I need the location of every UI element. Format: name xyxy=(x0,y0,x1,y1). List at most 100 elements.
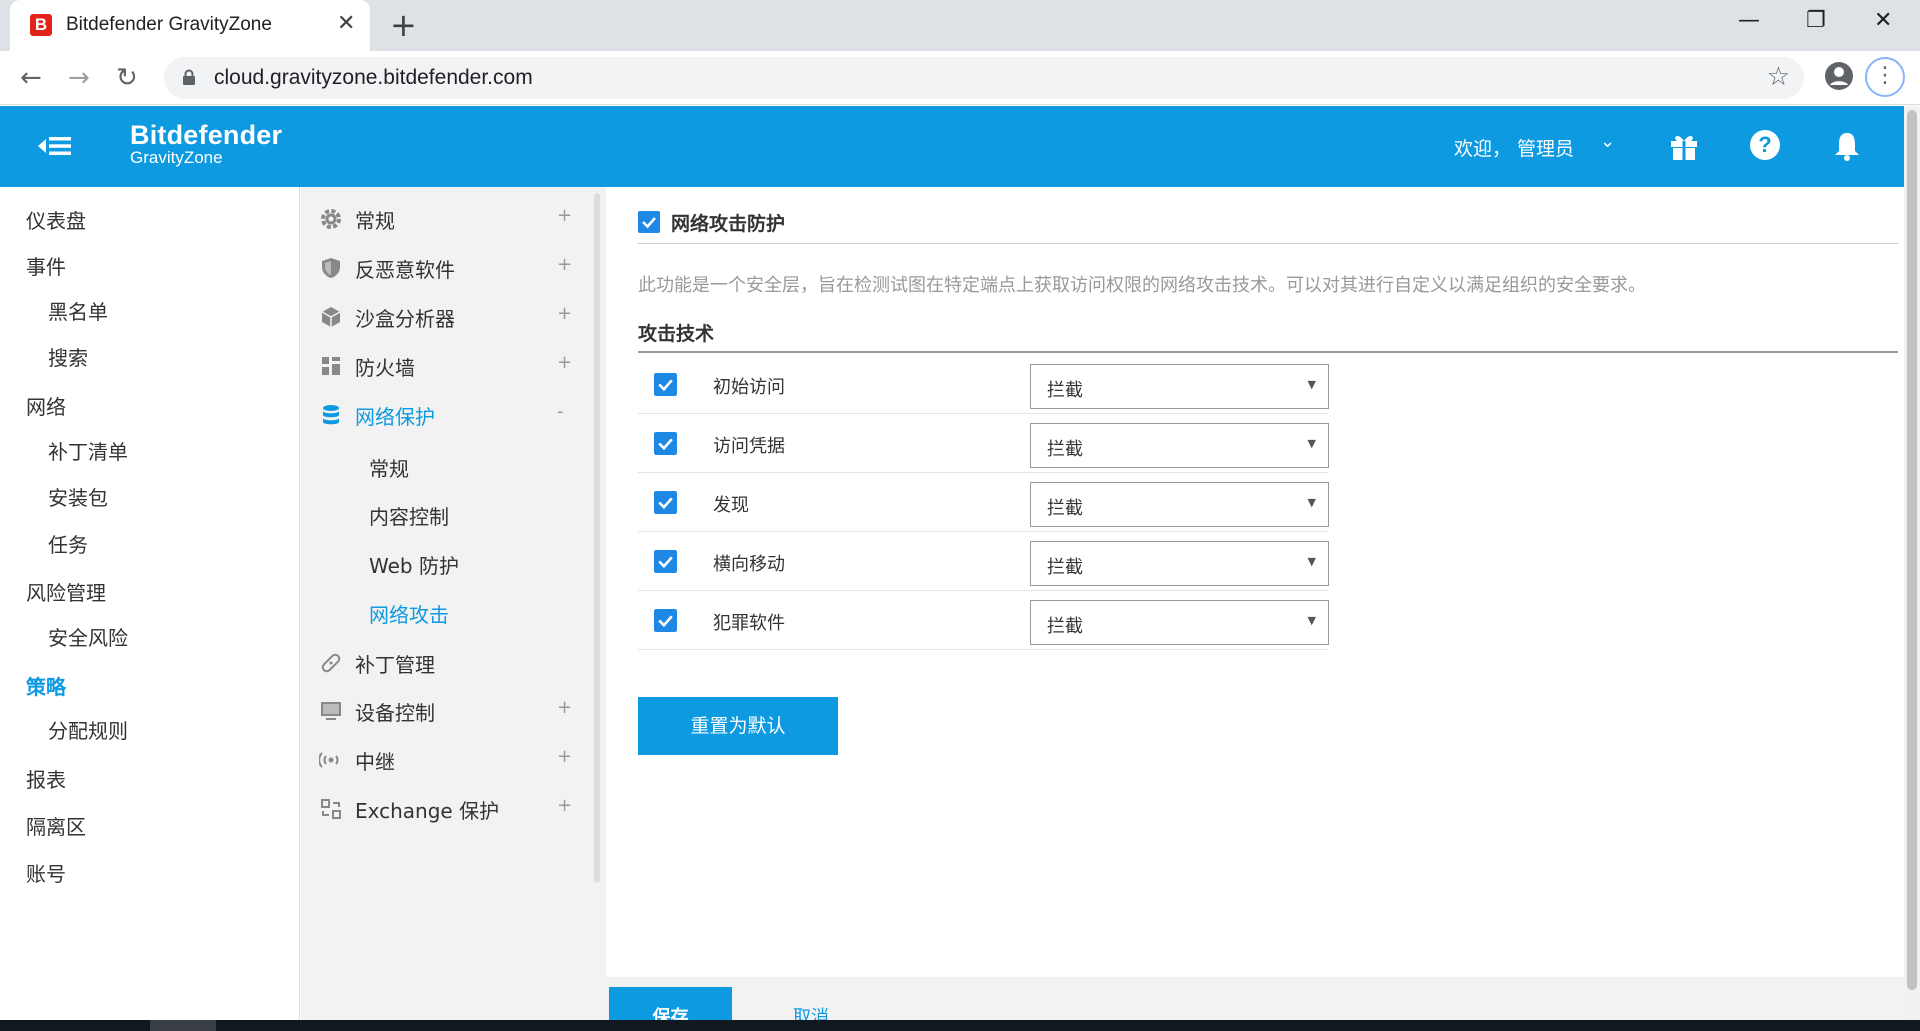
collapse-menu-icon[interactable] xyxy=(36,132,72,160)
cancel-button[interactable]: 取消 xyxy=(793,1003,829,1020)
policy-item-exchange[interactable]: Exchange 保护 + xyxy=(301,789,591,829)
nav-policies[interactable]: 策略 xyxy=(26,671,66,700)
back-button[interactable]: ← xyxy=(20,63,42,93)
policy-item-label: 防火墙 xyxy=(355,356,415,380)
policy-item-antimalware[interactable]: 反恶意软件 + xyxy=(301,248,591,288)
policy-sub-general[interactable]: 常规 xyxy=(369,453,409,482)
technique-label: 访问凭据 xyxy=(713,436,785,457)
chevron-down-icon[interactable]: ⌄ xyxy=(1600,131,1615,152)
collapse-icon[interactable]: - xyxy=(557,401,564,422)
policy-item-label: 网络保护 xyxy=(355,405,435,429)
url-text[interactable]: cloud.gravityzone.bitdefender.com xyxy=(214,66,533,90)
expand-icon[interactable]: + xyxy=(557,795,572,816)
new-tab-button[interactable]: + xyxy=(390,6,417,44)
dropdown-caret-icon: ▼ xyxy=(1307,378,1316,391)
nav-blacklist[interactable]: 黑名单 xyxy=(48,296,108,325)
policy-item-relay[interactable]: 中继 + xyxy=(301,740,591,780)
expand-icon[interactable]: + xyxy=(557,303,572,324)
technique-checkbox[interactable] xyxy=(654,550,677,573)
page-scrollbar-thumb[interactable] xyxy=(1907,110,1917,990)
technique-checkbox[interactable] xyxy=(654,373,677,396)
technique-label: 犯罪软件 xyxy=(713,613,785,634)
policy-sub-network-attack[interactable]: 网络攻击 xyxy=(369,599,449,628)
help-icon[interactable]: ? xyxy=(1750,130,1780,160)
technique-row: 犯罪软件 拦截 ▼ xyxy=(638,591,1329,650)
nav-search[interactable]: 搜索 xyxy=(48,342,88,371)
nav-packages[interactable]: 安装包 xyxy=(48,482,108,511)
policy-item-patch-management[interactable]: 补丁管理 xyxy=(301,643,591,683)
save-button[interactable]: 保存 xyxy=(609,987,732,1020)
nav-network[interactable]: 网络 xyxy=(26,391,66,420)
policy-item-general[interactable]: 常规 + xyxy=(301,199,591,239)
select-value: 拦截 xyxy=(1047,439,1083,460)
gift-icon[interactable] xyxy=(1668,130,1700,162)
policy-sub-content-control[interactable]: 内容控制 xyxy=(369,501,449,530)
expand-icon[interactable]: + xyxy=(557,352,572,373)
select-value: 拦截 xyxy=(1047,498,1083,519)
shield-icon xyxy=(322,258,340,278)
expand-icon[interactable]: + xyxy=(557,254,572,275)
browser-menu-button[interactable]: ⋮ xyxy=(1865,57,1905,97)
nav-assignment-rules[interactable]: 分配规则 xyxy=(48,715,128,744)
technique-row: 发现 拦截 ▼ xyxy=(638,473,1329,532)
nav-patch-inventory[interactable]: 补丁清单 xyxy=(48,436,128,465)
nav-tasks[interactable]: 任务 xyxy=(48,529,88,558)
technique-row: 横向移动 拦截 ▼ xyxy=(638,532,1329,591)
tab-close-icon[interactable]: ✕ xyxy=(337,11,355,36)
bell-icon[interactable] xyxy=(1832,130,1862,162)
omnibox[interactable]: cloud.gravityzone.bitdefender.com ☆ xyxy=(164,57,1804,99)
enable-network-attack-checkbox[interactable] xyxy=(638,211,660,233)
relay-icon xyxy=(319,752,339,768)
nav-accounts[interactable]: 账号 xyxy=(26,858,66,887)
brand-logo[interactable]: Bitdefender GravityZone xyxy=(130,120,282,168)
technique-checkbox[interactable] xyxy=(654,609,677,632)
taskbar-item[interactable] xyxy=(150,1020,216,1031)
technique-action-select[interactable]: 拦截 ▼ xyxy=(1030,600,1329,645)
account-icon[interactable] xyxy=(1824,61,1854,91)
select-value: 拦截 xyxy=(1047,557,1083,578)
forward-button[interactable]: → xyxy=(68,63,90,93)
policy-section-navigation: 常规 + 反恶意软件 + 沙盒分析器 + 防火墙 + 网络保护 - 常规 内容控… xyxy=(301,187,606,1020)
policy-item-firewall[interactable]: 防火墙 + xyxy=(301,346,591,386)
database-icon xyxy=(323,405,339,425)
reset-to-default-button[interactable]: 重置为默认 xyxy=(638,697,838,755)
technique-action-select[interactable]: 拦截 ▼ xyxy=(1030,541,1329,586)
restore-button[interactable]: ❐ xyxy=(1806,8,1826,33)
select-value: 拦截 xyxy=(1047,380,1083,401)
policy-item-device-control[interactable]: 设备控制 + xyxy=(301,691,591,731)
minimize-button[interactable]: — xyxy=(1738,8,1760,33)
technique-action-select[interactable]: 拦截 ▼ xyxy=(1030,423,1329,468)
technique-row: 初始访问 拦截 ▼ xyxy=(638,355,1329,414)
policy-item-network-protection[interactable]: 网络保护 - xyxy=(301,395,591,435)
policy-item-label: 中继 xyxy=(355,750,395,774)
technique-action-select[interactable]: 拦截 ▼ xyxy=(1030,364,1329,409)
technique-checkbox[interactable] xyxy=(654,432,677,455)
bookmark-star-icon[interactable]: ☆ xyxy=(1767,62,1790,92)
expand-icon[interactable]: + xyxy=(557,697,572,718)
policy-item-label: 反恶意软件 xyxy=(355,258,455,282)
nav-risk-management[interactable]: 风险管理 xyxy=(26,577,106,606)
cube-icon xyxy=(321,307,341,327)
reload-button[interactable]: ↻ xyxy=(116,63,138,93)
technique-label: 发现 xyxy=(713,495,749,516)
feature-description: 此功能是一个安全层，旨在检测试图在特定端点上获取访问权限的网络攻击技术。可以对其… xyxy=(638,275,1646,296)
policy-sub-web-protection[interactable]: Web 防护 xyxy=(369,550,459,579)
nav-dashboard[interactable]: 仪表盘 xyxy=(26,205,86,234)
expand-icon[interactable]: + xyxy=(557,205,572,226)
dropdown-caret-icon: ▼ xyxy=(1307,496,1316,509)
window-close-button[interactable]: ✕ xyxy=(1874,8,1892,33)
technique-label: 初始访问 xyxy=(713,377,785,398)
nav-quarantine[interactable]: 隔离区 xyxy=(26,811,86,840)
footer-actions: 保存 取消 xyxy=(601,977,1904,1020)
nav-reports[interactable]: 报表 xyxy=(26,764,66,793)
expand-icon[interactable]: + xyxy=(557,746,572,767)
main-content: 网络攻击防护 此功能是一个安全层，旨在检测试图在特定端点上获取访问权限的网络攻击… xyxy=(608,187,1904,977)
nav-events[interactable]: 事件 xyxy=(26,251,66,280)
welcome-user[interactable]: 欢迎， 管理员 xyxy=(1454,134,1574,161)
policy-item-sandbox[interactable]: 沙盒分析器 + xyxy=(301,297,591,337)
technique-action-select[interactable]: 拦截 ▼ xyxy=(1030,482,1329,527)
policy-nav-scrollbar[interactable] xyxy=(594,193,600,883)
browser-tab[interactable]: B Bitdefender GravityZone ✕ xyxy=(10,0,370,51)
technique-checkbox[interactable] xyxy=(654,491,677,514)
nav-security-risks[interactable]: 安全风险 xyxy=(48,622,128,651)
